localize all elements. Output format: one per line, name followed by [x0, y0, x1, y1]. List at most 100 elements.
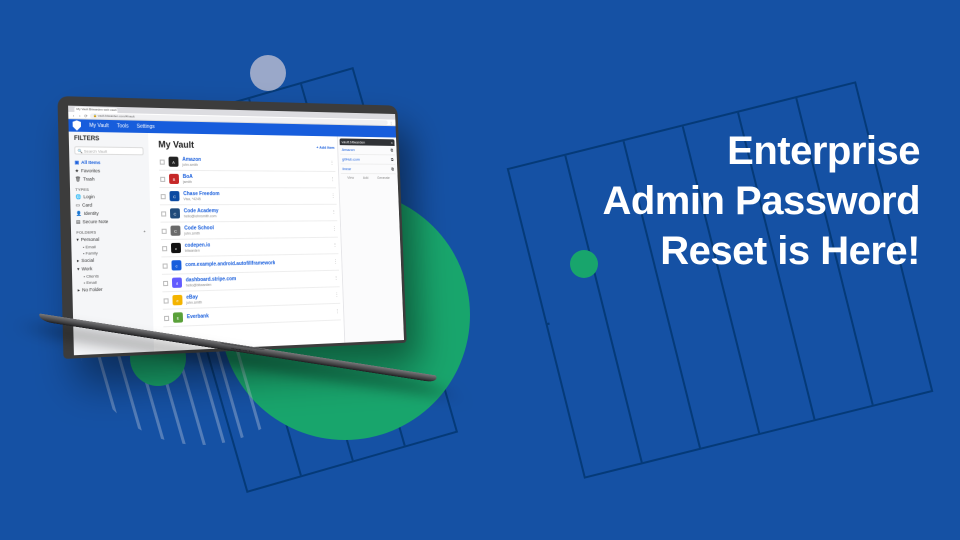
vault-item-list: AAmazonjohn.smith⋮BBoAjsmith⋮CChase Free…: [159, 153, 341, 327]
identity-icon: 👤: [76, 210, 82, 216]
laptop-mockup: My Vault Bitwarden web vault ‹ › ⟳ 🔒 vau…: [60, 100, 470, 366]
extension-footer: View Add Generate: [341, 174, 396, 182]
forward-icon[interactable]: ›: [78, 113, 82, 117]
site-favicon: B: [169, 174, 179, 184]
sidebar-type-identity[interactable]: 👤Identity: [76, 209, 146, 217]
more-icon[interactable]: ⋮: [335, 309, 340, 315]
copy-icon[interactable]: ⧉: [391, 157, 394, 162]
item-username: john.smith: [186, 300, 202, 305]
item-actions: ⋮: [333, 259, 338, 265]
checkbox[interactable]: [161, 211, 166, 216]
more-icon[interactable]: ⋮: [333, 259, 338, 265]
vault-item[interactable]: BBoAjsmith⋮: [159, 171, 336, 189]
sidebar-folder-personal[interactable]: ▾Personal: [76, 235, 146, 243]
more-icon[interactable]: ⋮: [330, 177, 335, 183]
copy-icon[interactable]: ⧉: [391, 148, 394, 153]
item-actions: ⋮: [334, 276, 339, 282]
checkbox[interactable]: [161, 194, 166, 199]
sidebar-type-login[interactable]: 🌐Login: [75, 193, 145, 200]
star-icon: ★: [75, 168, 79, 174]
sidebar-folder-none[interactable]: ▸No Folder: [78, 285, 148, 294]
site-favicon: d: [172, 277, 182, 287]
reload-icon[interactable]: ⟳: [84, 113, 88, 117]
copy-icon[interactable]: ⧉: [391, 167, 394, 172]
extension-title: vault.bitwarden: [341, 139, 365, 144]
sidebar-folder-work[interactable]: ▾Work: [77, 264, 147, 273]
vault-item[interactable]: AAmazonjohn.smith⋮: [159, 153, 336, 172]
sidebar-folders-heading-row: FOLDERS +: [76, 229, 146, 235]
sidebar-folders-heading: FOLDERS: [76, 229, 96, 234]
site-favicon: C: [169, 191, 179, 201]
sidebar-item-trash[interactable]: 🗑Trash: [75, 175, 145, 183]
checkbox[interactable]: [160, 176, 165, 181]
checkbox[interactable]: [163, 263, 168, 268]
more-icon[interactable]: ⋮: [334, 292, 339, 298]
item-username: jsmith: [183, 180, 193, 184]
sidebar-type-secure-note[interactable]: ▤Secure Note: [76, 218, 146, 226]
extension-generate-button[interactable]: Generate: [377, 176, 390, 180]
checkbox[interactable]: [162, 246, 167, 251]
screen-content: My Vault Bitwarden web vault ‹ › ⟳ 🔒 vau…: [68, 106, 404, 356]
vault-item[interactable]: CChase FreedomVisa, *4245⋮: [159, 188, 336, 205]
vault-item[interactable]: CCode Academyhello@iohnsmith.com⋮: [160, 205, 337, 223]
headline-line-1: Enterprise: [490, 126, 920, 176]
checkbox[interactable]: [164, 315, 169, 320]
headline-line-2: Admin Password: [490, 176, 920, 226]
nav-tools[interactable]: Tools: [117, 123, 129, 129]
checkbox[interactable]: [160, 159, 165, 164]
note-icon: ▤: [76, 219, 81, 225]
more-icon[interactable]: ⋮: [330, 160, 335, 166]
more-icon[interactable]: ⋮: [332, 226, 337, 232]
close-icon[interactable]: ×: [391, 140, 393, 145]
headline-line-3: Reset is Here!: [490, 226, 920, 276]
sidebar-types-heading: TYPES: [75, 187, 144, 192]
item-actions: ⋮: [330, 177, 335, 183]
checkbox[interactable]: [162, 228, 167, 233]
nav-settings[interactable]: Settings: [137, 124, 155, 130]
extension-row[interactable]: gitHub.com⧉: [340, 155, 395, 165]
item-username: hello@iohnsmith.com: [184, 214, 219, 218]
nav-my-vault[interactable]: My Vault: [89, 123, 109, 130]
chevron-down-icon: ▾: [76, 236, 79, 242]
item-actions: ⋮: [333, 243, 338, 249]
extension-view-button[interactable]: View: [347, 176, 354, 180]
item-actions: ⋮: [331, 210, 336, 216]
shield-icon: [73, 120, 82, 131]
laptop-screen-bezel: My Vault Bitwarden web vault ‹ › ⟳ 🔒 vau…: [57, 96, 406, 359]
sidebar-folder-personal-email[interactable]: • Email: [77, 243, 147, 249]
sidebar-type-card[interactable]: ▭Card: [76, 201, 146, 208]
checkbox[interactable]: [164, 298, 169, 303]
trash-icon: 🗑: [75, 176, 81, 182]
more-icon[interactable]: ⋮: [334, 276, 339, 282]
more-icon[interactable]: ⋮: [331, 210, 336, 216]
card-icon: ▭: [76, 202, 81, 208]
item-actions: ⋮: [331, 193, 336, 199]
sidebar-folder-social[interactable]: ▸Social: [77, 256, 147, 265]
cube-icon: ▣: [75, 159, 80, 165]
item-actions: ⋮: [332, 226, 337, 232]
extension-add-button[interactable]: Add: [363, 176, 369, 180]
add-folder-icon[interactable]: +: [143, 229, 145, 234]
more-icon[interactable]: ⋮: [333, 243, 338, 249]
chevron-down-icon: ▾: [77, 266, 80, 272]
sidebar-item-all[interactable]: ▣All Items: [75, 159, 144, 167]
vault-main: My Vault + Add Item AAmazonjohn.smith⋮BB…: [148, 133, 344, 352]
extensions-icon[interactable]: ⋮: [389, 120, 393, 124]
extension-row[interactable]: linear⧉: [341, 164, 396, 174]
add-item-button[interactable]: + Add Item: [316, 144, 334, 149]
vault-header-row: My Vault + Add Item: [158, 139, 335, 151]
app-body: FILTERS 🔍 Search Vault ▣All Items ★Favor…: [69, 132, 404, 356]
chevron-right-icon: ▸: [77, 257, 80, 263]
background-circle-grey: [250, 55, 286, 91]
back-icon[interactable]: ‹: [71, 113, 75, 117]
item-username: john.smith: [184, 231, 214, 235]
headline: Enterprise Admin Password Reset is Here!: [490, 126, 920, 276]
search-input[interactable]: 🔍 Search Vault: [74, 146, 143, 155]
globe-icon: 🌐: [75, 194, 81, 200]
site-favicon: c: [171, 243, 181, 253]
laptop-model-label: MacBook Pro: [231, 347, 255, 353]
item-username: Visa, *4245: [183, 197, 219, 201]
sidebar-item-favorites[interactable]: ★Favorites: [75, 167, 144, 175]
checkbox[interactable]: [163, 280, 168, 285]
more-icon[interactable]: ⋮: [331, 193, 336, 199]
